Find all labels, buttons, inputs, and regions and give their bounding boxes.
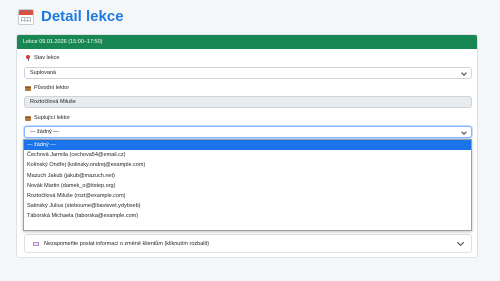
status-value: Suplovaná xyxy=(30,70,56,76)
status-label-row: Stav lekce xyxy=(25,55,59,61)
substitute-label-row: Suplující lektor xyxy=(25,115,70,121)
dropdown-option[interactable]: Novák Martin (damek_o@itstep.org) xyxy=(24,181,471,191)
dropdown-option[interactable]: Táborská Michaela (taborska@example.com) xyxy=(24,211,471,221)
original-lecturer-label: Původní lektor xyxy=(34,85,70,91)
envelope-icon xyxy=(33,242,39,246)
substitute-dropdown-list: — žádný — Čechová Jarmila (cechova54@ema… xyxy=(23,139,472,231)
chevron-down-icon xyxy=(461,70,467,76)
page-header: Detail lekce xyxy=(18,8,124,25)
substitute-value: — žádný — xyxy=(30,129,59,135)
calendar-icon xyxy=(18,8,34,25)
original-lecturer-label-row: Původní lektor xyxy=(25,85,69,91)
status-select[interactable]: Suplovaná xyxy=(24,67,472,79)
dropdown-option[interactable]: — žádný — xyxy=(24,140,471,151)
pin-icon xyxy=(25,55,31,61)
original-lecturer-value: Roztočilová Miluše xyxy=(30,99,76,105)
original-lecturer-field: Roztočilová Miluše xyxy=(24,96,472,108)
box-icon xyxy=(25,85,31,91)
dropdown-option[interactable]: Satinský Julius (steboume@bavisvet.ydybx… xyxy=(24,201,471,211)
notify-clients-label: Nezapomeňte poslat informaci o změně kli… xyxy=(44,241,210,247)
page-title: Detail lekce xyxy=(41,8,124,25)
dropdown-option[interactable]: Kolínský Ondřej (kolinsky.ondrej@example… xyxy=(24,160,471,170)
substitute-select[interactable]: — žádný — xyxy=(24,126,472,138)
chevron-down-icon xyxy=(456,238,465,247)
status-label: Stav lekce xyxy=(34,55,60,61)
dropdown-option[interactable]: Čechová Jarmila (cechova54@email.cz) xyxy=(24,150,471,160)
box-icon xyxy=(25,115,31,121)
substitute-label: Suplující lektor xyxy=(34,115,71,121)
chevron-down-icon xyxy=(461,129,467,135)
dropdown-option[interactable]: Roztočilová Miluše (rozt@example.com) xyxy=(24,191,471,201)
dropdown-option[interactable]: Mazuch Jakub (jakub@mazuch.net) xyxy=(24,171,471,181)
notify-clients-collapse[interactable]: Nezapomeňte poslat informaci o změně kli… xyxy=(24,234,472,253)
card-header: Lekce 09.01.2026 (15:00–17:50) xyxy=(17,35,477,49)
